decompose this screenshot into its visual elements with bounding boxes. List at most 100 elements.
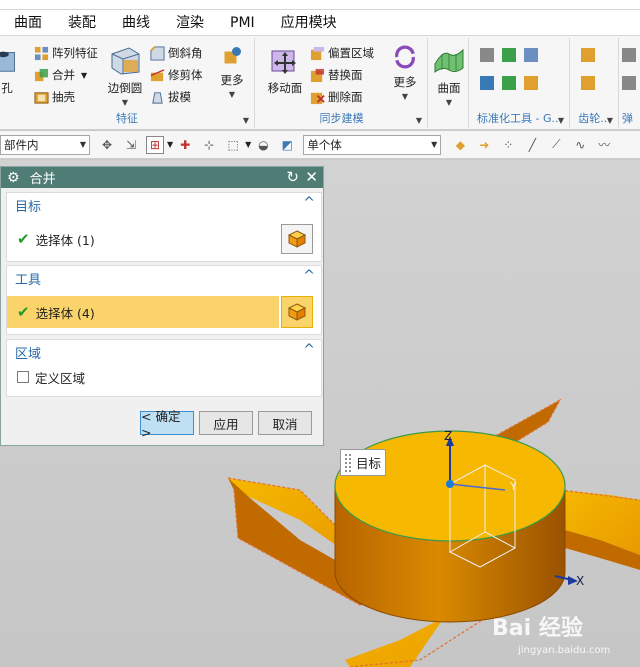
curve-line-icon[interactable]: ⟋ [547,136,565,154]
replace-face-button[interactable]: 替换面 [310,64,363,86]
sync-more-label: 更多 [393,75,417,89]
define-region-row[interactable]: 定义区域 [7,364,321,390]
move-face-icon [271,50,296,74]
cancel-button[interactable]: 取消 [258,411,312,435]
region-section-header[interactable]: 区域 ^ [7,340,321,364]
tab-surface[interactable]: 曲面 [0,10,54,36]
tab-render[interactable]: 渲染 [162,10,216,36]
collapse-caret-icon[interactable]: ^ [303,342,315,358]
scatter-icon[interactable]: ⁘ [499,136,517,154]
replace-face-label: 替换面 [328,68,363,82]
surface-group: 曲面 ▼ [429,38,469,128]
chamfer-button[interactable]: 倒斜角 [150,42,203,64]
tab-application[interactable]: 应用模块 [267,10,349,36]
pattern-feature-button[interactable]: 阵列特征 [34,42,98,64]
move-face-button[interactable]: 移动面 [262,42,308,96]
select-body-button[interactable] [281,224,313,254]
box-select-icon[interactable]: ⬚ [224,136,242,154]
sync-group-expand-icon[interactable]: ▼ [416,116,422,125]
unite-button[interactable]: 合并 ▼ [34,64,87,86]
target-select-row[interactable]: ✔ 选择体 (1) [7,223,321,255]
tool-select-row[interactable]: ✔ 选择体 (4) [7,296,279,328]
reset-icon[interactable]: ↻ [286,168,299,186]
pattern-feature-label: 阵列特征 [52,46,98,60]
surface-dropdown-icon[interactable]: ▼ [431,98,467,107]
collapse-caret-icon[interactable]: ^ [303,195,315,211]
spline-icon[interactable]: ∿ [571,136,589,154]
blade-right[interactable] [559,489,640,570]
deselect-icon[interactable]: ⇲ [122,136,140,154]
baidu-watermark-url: jingyan.baidu.com [518,645,611,656]
tab-assembly[interactable]: 装配 [54,10,108,36]
sync-more-button[interactable]: 更多 ▼ [384,42,426,101]
hole-button[interactable]: 孔 [0,42,24,96]
menu-tabs: 曲面 装配 曲线 渲染 PMI 应用模块 [0,10,640,36]
close-icon[interactable]: ✕ [305,168,318,186]
tab-curve[interactable]: 曲线 [108,10,162,36]
std-tools-icons [480,48,538,90]
draft-label: 拔模 [168,90,191,104]
filter-combo[interactable]: 部件内 ▼ [0,134,90,155]
offset-region-button[interactable]: 偏置区域 [310,42,374,64]
view-icon[interactable]: ◒ [254,136,272,154]
z-axis-label: Z [444,429,452,443]
std-tools-expand-icon[interactable]: ▼ [558,116,564,125]
chamfer-icon [150,45,165,61]
ok-button[interactable]: < 确定 > [140,409,194,440]
select-body-button[interactable] [281,296,313,328]
apply-button[interactable]: 应用 [199,411,253,435]
shell-button[interactable]: 抽壳 [34,86,75,108]
selection-scope-combo[interactable]: 单个体 ▼ [303,134,442,155]
tool-section-title: 工具 [15,272,42,288]
draft-button[interactable]: 拔模 [150,86,191,108]
target-label-tag[interactable]: 目标 [340,449,386,476]
body-icon[interactable]: ◩ [278,136,296,154]
arrow-rule-icon[interactable]: ➜ [475,136,493,154]
gear-group-expand-icon[interactable]: ▼ [607,116,613,125]
selection-toolbar: 部件内 ▼ ✥ ⇲ ⊞ ▼ ✚ ⊹ ⬚ ▼ ◒ ◩ 单个体 ▼ ◆ ➜ ⁘ ╱ … [0,131,640,159]
selection-mode-dropdown-icon[interactable]: ▼ [167,140,173,149]
sync-more-dropdown-icon[interactable]: ▼ [384,92,426,101]
unite-icon [34,68,49,81]
tab-pmi[interactable]: PMI [216,10,267,36]
edge-blend-button[interactable]: 边倒圆 ▼ [100,42,150,107]
origin-point-icon[interactable] [446,480,454,488]
collapse-caret-icon[interactable]: ^ [303,268,315,284]
feature-more-button[interactable]: 更多 ▼ [210,42,254,99]
feature-group-expand-icon[interactable]: ▼ [243,116,249,125]
define-region-checkbox[interactable] [17,371,29,383]
selection-scope-arrow-icon[interactable]: ▼ [431,140,437,149]
select-feature-icon[interactable]: ✥ [98,136,116,154]
surface-button[interactable]: 曲面 ▼ [431,42,467,107]
target-section-header[interactable]: 目标 ^ [7,193,321,217]
filter-combo-arrow-icon[interactable]: ▼ [80,140,86,149]
gear-tools-icons [581,48,595,90]
drag-handle-icon[interactable] [344,452,352,473]
feature-group: 孔 阵列特征 合并 ▼ 抽壳 边倒圆 ▼ 倒斜角 修剪体 拔模 更多 ▼ 特征 … [0,38,255,128]
ribbon: 孔 阵列特征 合并 ▼ 抽壳 边倒圆 ▼ 倒斜角 修剪体 拔模 更多 ▼ 特征 … [0,36,640,130]
tool-section: 工具 ^ ✔ 选择体 (4) [6,265,322,335]
line-icon[interactable]: ╱ [523,136,541,154]
tool-select-label: 选择体 (4) [35,305,95,321]
point-select-icon[interactable]: ✚ [176,136,194,154]
gear-icon[interactable]: ⚙ [7,170,20,186]
tool-section-header[interactable]: 工具 ^ [7,266,321,290]
wave-icon[interactable]: 〰 [595,136,613,154]
edge-blend-dropdown-icon[interactable]: ▼ [100,98,150,107]
unite-dropdown-icon[interactable]: ▼ [81,71,87,80]
delete-face-button[interactable]: 删除面 [310,86,363,108]
box-select-dropdown-icon[interactable]: ▼ [245,140,251,149]
selection-scope-value: 单个体 [307,137,342,152]
selection-mode-icon[interactable]: ⊞ [146,135,164,154]
offset-region-icon [310,46,325,60]
check-icon: ✔ [17,230,30,248]
edge-blend-icon [111,47,140,75]
face-rule-icon[interactable]: ◆ [451,136,469,154]
shell-icon [34,91,49,104]
unite-dialog: ⚙ 合并 ↻ ✕ 目标 ^ ✔ 选择体 (1) 工具 ^ ✔ 选择体 (4) 区… [0,166,324,446]
delete-face-label: 删除面 [328,90,363,104]
trim-body-button[interactable]: 修剪体 [150,64,203,86]
snap-icon[interactable]: ⊹ [200,136,218,154]
feature-more-dropdown-icon[interactable]: ▼ [210,90,254,99]
hole-label: 孔 [1,81,13,95]
